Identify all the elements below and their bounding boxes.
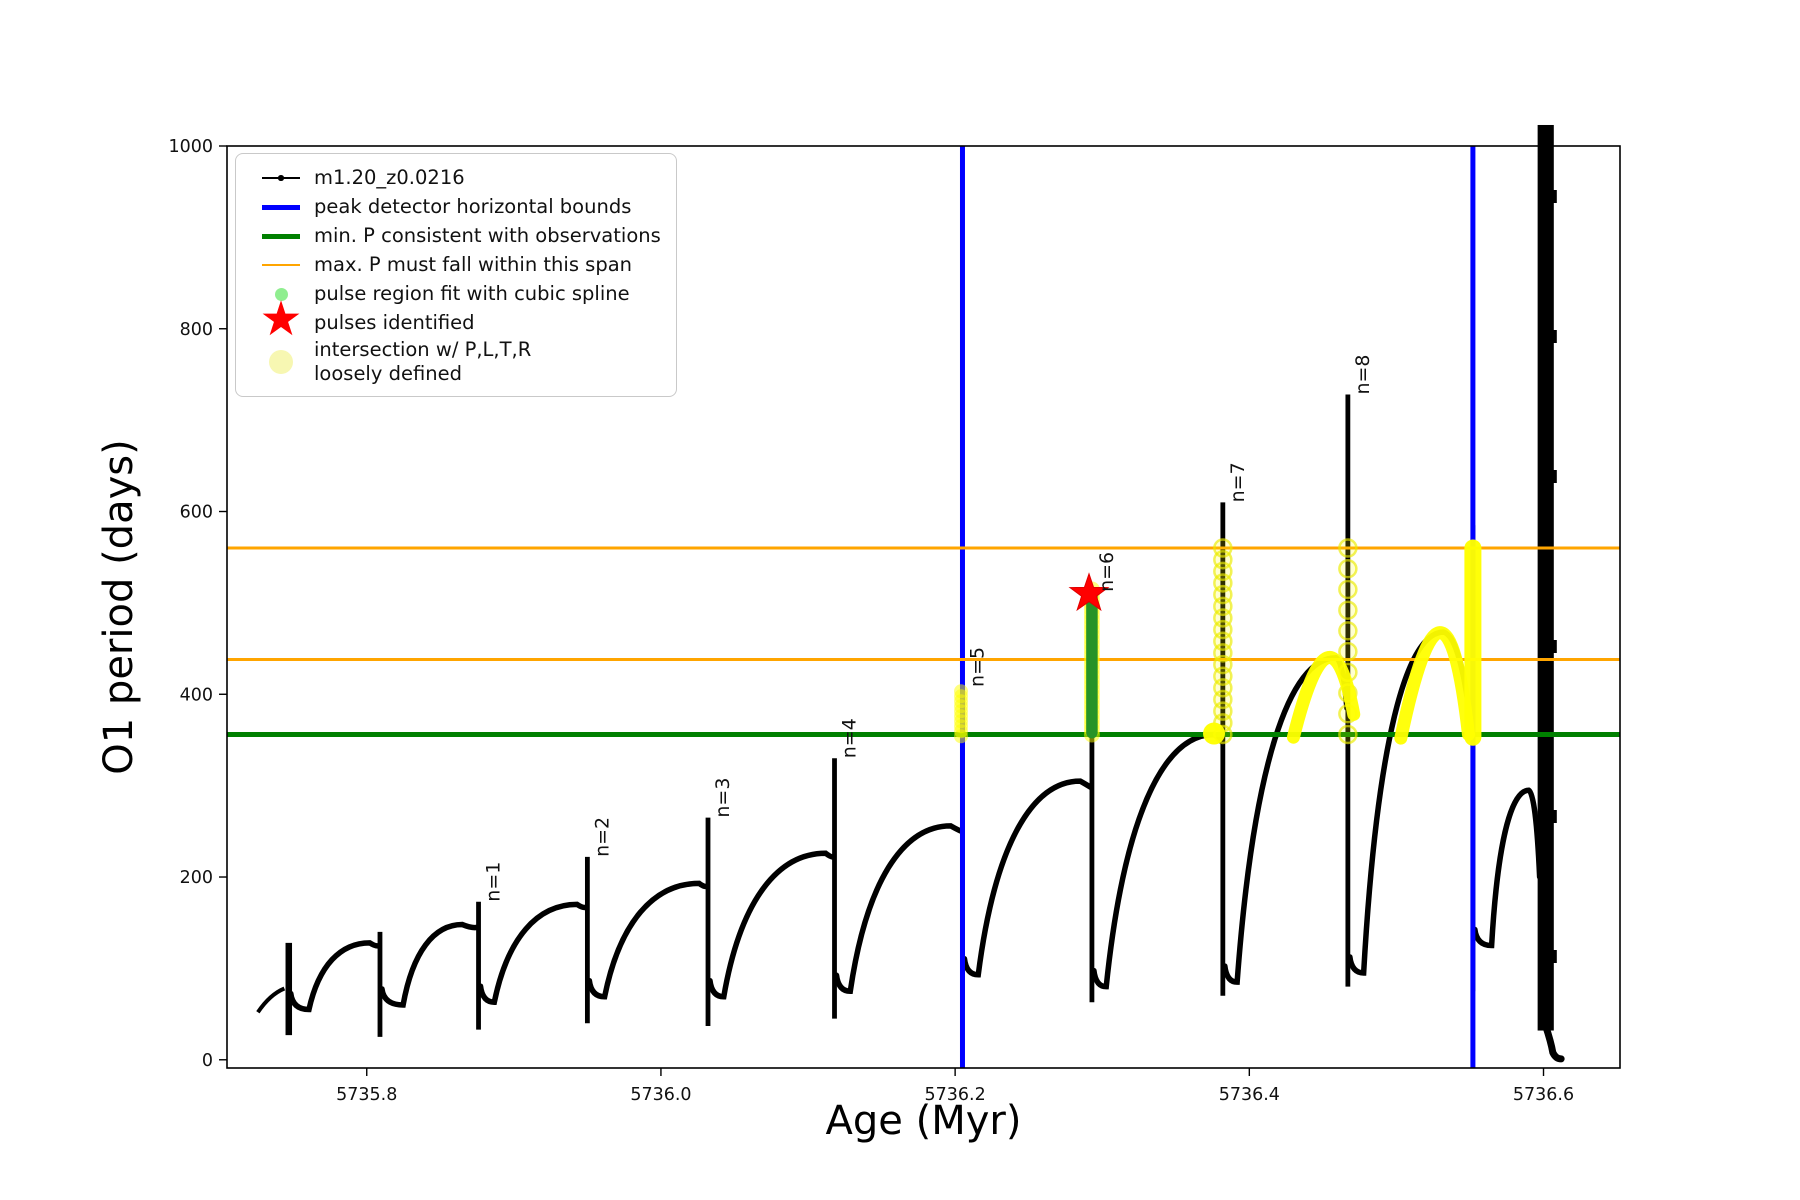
- star-icon: ★: [259, 291, 303, 348]
- legend-item: max. P must fall within this span: [248, 251, 664, 279]
- legend-item: pulse region fit with cubic spline: [248, 280, 664, 308]
- series-hump: [586, 880, 710, 1000]
- band-ragged-edge: [1552, 810, 1557, 823]
- yellow-intersection-marker: [1338, 600, 1358, 620]
- legend-box: m1.20_z0.0216peak detector horizontal bo…: [235, 153, 677, 397]
- x-axis-label: Age (Myr): [825, 1098, 1022, 1144]
- legend-label: intersection w/ P,L,T,R loosely defined: [314, 338, 532, 386]
- series-hump: [833, 823, 965, 994]
- peak-label: n=6: [1096, 552, 1118, 592]
- y-tick-label: 800: [180, 320, 213, 340]
- band-ragged-edge: [1552, 470, 1557, 483]
- series-hump: [1222, 654, 1350, 985]
- yellow-intersection-marker: [1338, 559, 1358, 579]
- yellow-intersection-arc: [1394, 626, 1475, 745]
- yellow-intersection-marker: [1213, 538, 1233, 558]
- legend-label: max. P must fall within this span: [314, 253, 633, 277]
- band-ragged-edge: [1552, 950, 1557, 963]
- legend-item: intersection w/ P,L,T,R loosely defined: [248, 338, 664, 386]
- legend-label: pulse region fit with cubic spline: [314, 282, 630, 306]
- legend-label: min. P consistent with observations: [314, 224, 661, 248]
- peak-label: n=3: [712, 778, 734, 818]
- series-hump: [1472, 787, 1543, 949]
- yellow-intersection-blob: [1203, 722, 1226, 745]
- legend-item: min. P consistent with observations: [248, 222, 664, 250]
- y-tick-label: 200: [180, 868, 213, 888]
- y-tick-label: 1000: [168, 137, 213, 157]
- legend-label: pulses identified: [314, 311, 475, 335]
- peak-label: n=7: [1227, 462, 1249, 502]
- series-hump: [961, 778, 1094, 978]
- peak-label: n=1: [483, 862, 505, 902]
- terminal-plunge: [1542, 1023, 1565, 1063]
- series-line-icon: [262, 175, 300, 181]
- band-ragged-edge: [1552, 190, 1557, 203]
- series-lead-in: [256, 986, 286, 1014]
- series-hump: [477, 901, 590, 1005]
- band-ragged-edge: [1552, 640, 1557, 653]
- y-axis-label: O1 period (days): [96, 439, 142, 775]
- legend-item: peak detector horizontal bounds: [248, 193, 664, 221]
- series-hump: [1091, 731, 1225, 990]
- peak-label: n=8: [1352, 354, 1374, 394]
- yellow-intersection-marker: [1338, 621, 1358, 641]
- dot-icon: [269, 350, 293, 375]
- peak-label: n=4: [839, 718, 861, 758]
- y-tick-label: 400: [180, 685, 213, 705]
- legend-item: m1.20_z0.0216: [248, 164, 664, 192]
- series-hump: [379, 921, 481, 1008]
- figure: 5735.8 5736.0 5736.2 5736.4 5736.6 0 200 400 600…: [0, 0, 1800, 1200]
- yellow-intersection-marker: [1338, 641, 1358, 662]
- yellow-intersection-marker: [1338, 724, 1358, 745]
- band-ragged-edge: [1552, 330, 1557, 343]
- peak-label: n=2: [591, 817, 613, 857]
- legend-label: m1.20_z0.0216: [314, 166, 465, 190]
- legend-label: peak detector horizontal bounds: [314, 195, 632, 219]
- dense-oscillation-band: [1537, 124, 1554, 1031]
- yellow-intersection-marker: [1338, 538, 1358, 558]
- y-tick-label: 600: [180, 503, 213, 523]
- legend-item: ★ pulses identified: [248, 291, 664, 348]
- thick-line-icon: [262, 233, 300, 239]
- series-hump: [288, 940, 382, 1013]
- thick-line-icon: [262, 204, 300, 210]
- peak-label: n=5: [966, 647, 988, 687]
- series-hump: [707, 850, 837, 1000]
- yellow-intersection-marker: [1338, 579, 1358, 600]
- y-tick-label: 0: [202, 1051, 213, 1071]
- thin-line-icon: [262, 263, 300, 267]
